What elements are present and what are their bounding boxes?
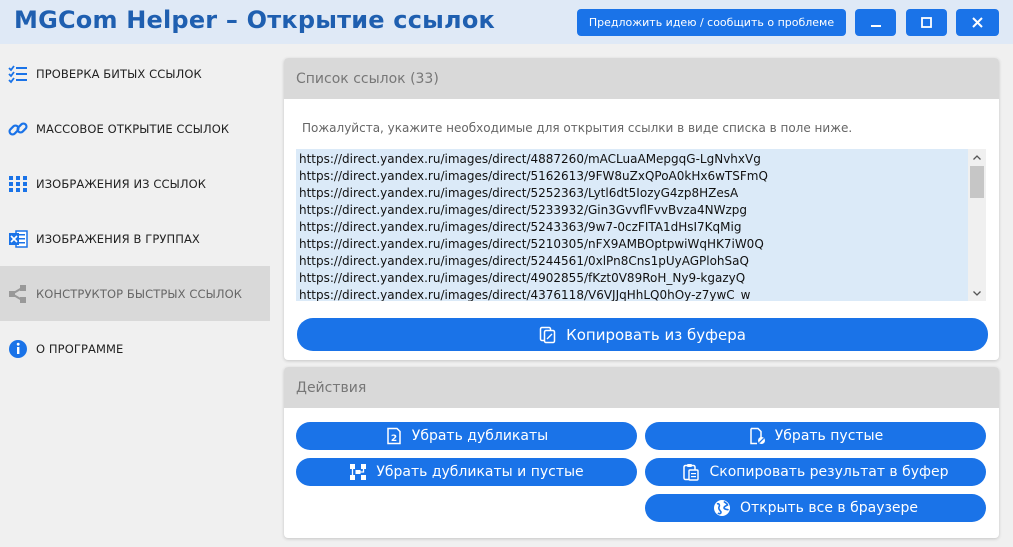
links-panel-title: Список ссылок (33) xyxy=(284,58,999,99)
remove-duplicates-button[interactable]: 2 Убрать дубликаты xyxy=(296,422,637,450)
link-line: https://direct.yandex.ru/images/direct/4… xyxy=(299,288,751,301)
maximize-icon xyxy=(921,17,932,28)
close-icon xyxy=(972,17,983,28)
clipboard-paste-icon xyxy=(539,326,556,343)
link-line: https://direct.yandex.ru/images/direct/4… xyxy=(299,152,761,166)
sidebar-item-images-in-groups[interactable]: ИЗОБРАЖЕНИЯ В ГРУППАХ xyxy=(0,211,270,266)
sidebar-item-label: О ПРОГРАММЕ xyxy=(36,341,124,356)
feedback-button[interactable]: Предложить идею / сообщить о проблеме xyxy=(577,9,846,36)
empty-doc-icon xyxy=(750,427,765,445)
sidebar-item-label: КОНСТРУКТОР БЫСТРЫХ ССЫЛОК xyxy=(36,286,243,301)
link-line: https://direct.yandex.ru/images/direct/5… xyxy=(299,237,764,251)
svg-text:2: 2 xyxy=(391,434,397,444)
duplicate-doc-icon: 2 xyxy=(387,427,401,445)
sidebar-item-mass-open[interactable]: МАССОВОЕ ОТКРЫТИЕ ССЫЛОК xyxy=(0,101,270,156)
chevron-up-icon xyxy=(973,154,981,160)
links-textarea-content: https://direct.yandex.ru/images/direct/4… xyxy=(299,151,768,301)
link-line: https://direct.yandex.ru/images/direct/5… xyxy=(299,220,742,234)
scroll-up-button[interactable] xyxy=(968,149,986,165)
scroll-down-button[interactable] xyxy=(968,285,986,301)
open-all-in-browser-label: Открыть все в браузере xyxy=(739,500,919,516)
sidebar-item-about[interactable]: О ПРОГРАММЕ xyxy=(0,321,270,376)
links-textarea[interactable]: https://direct.yandex.ru/images/direct/4… xyxy=(296,149,986,301)
paste-from-clipboard-label: Копировать из буфера xyxy=(566,325,746,344)
links-hint: Пожалуйста, укажите необходимые для откр… xyxy=(302,121,853,135)
sidebar-item-label: ИЗОБРАЖЕНИЯ ИЗ ССЫЛОК xyxy=(36,176,207,191)
app-title: MGCom Helper – Открытие ссылок xyxy=(14,6,495,34)
open-all-in-browser-button[interactable]: Открыть все в браузере xyxy=(645,494,986,522)
paste-from-clipboard-button[interactable]: Копировать из буфера xyxy=(297,318,988,351)
links-scrollbar[interactable] xyxy=(968,149,986,301)
maximize-button[interactable] xyxy=(906,9,947,36)
grid-icon xyxy=(9,175,27,192)
excel-icon xyxy=(9,229,28,248)
actions-panel: Действия 2 Убрать дубликаты Убрать пусты… xyxy=(284,367,999,538)
sidebar-item-broken-links[interactable]: ПРОВЕРКА БИТЫХ ССЫЛОК xyxy=(0,46,270,101)
remove-duplicates-and-empty-button[interactable]: Убрать дубликаты и пустые xyxy=(296,458,637,486)
globe-icon xyxy=(713,500,730,516)
sidebar-item-label: ПРОВЕРКА БИТЫХ ССЫЛОК xyxy=(36,66,202,81)
title-bar: MGCom Helper – Открытие ссылок Предложит… xyxy=(0,0,1013,44)
link-icon xyxy=(8,121,28,136)
chevron-down-icon xyxy=(973,290,981,296)
actions-panel-title: Действия xyxy=(284,367,999,408)
remove-empty-button[interactable]: Убрать пустые xyxy=(645,422,986,450)
share-icon xyxy=(9,284,26,303)
links-panel: Список ссылок (33) Пожалуйста, укажите н… xyxy=(284,58,999,360)
hierarchy-icon xyxy=(350,464,367,480)
link-line: https://direct.yandex.ru/images/direct/5… xyxy=(299,203,748,217)
link-line: https://direct.yandex.ru/images/direct/5… xyxy=(299,186,739,200)
sidebar-item-images-from-links[interactable]: ИЗОБРАЖЕНИЯ ИЗ ССЫЛОК xyxy=(0,156,270,211)
minimize-button[interactable] xyxy=(855,9,896,36)
remove-duplicates-label: Убрать дубликаты xyxy=(411,428,549,444)
remove-duplicates-and-empty-label: Убрать дубликаты и пустые xyxy=(376,464,584,480)
link-line: https://direct.yandex.ru/images/direct/5… xyxy=(299,254,749,268)
close-button[interactable] xyxy=(956,9,999,36)
link-line: https://direct.yandex.ru/images/direct/4… xyxy=(299,271,746,285)
checklist-icon xyxy=(8,64,27,83)
clipboard-copy-icon xyxy=(683,464,700,481)
scroll-thumb[interactable] xyxy=(970,166,984,198)
remove-empty-label: Убрать пустые xyxy=(774,428,884,444)
sidebar-item-label: МАССОВОЕ ОТКРЫТИЕ ССЫЛОК xyxy=(36,121,230,136)
copy-result-label: Скопировать результат в буфер xyxy=(709,464,949,480)
minimize-icon xyxy=(870,24,881,27)
info-icon xyxy=(9,339,27,358)
sidebar-item-quick-links-builder[interactable]: КОНСТРУКТОР БЫСТРЫХ ССЫЛОК xyxy=(0,266,270,321)
sidebar-item-label: ИЗОБРАЖЕНИЯ В ГРУППАХ xyxy=(36,231,200,246)
copy-result-button[interactable]: Скопировать результат в буфер xyxy=(645,458,986,486)
link-line: https://direct.yandex.ru/images/direct/5… xyxy=(299,169,768,183)
sidebar: ПРОВЕРКА БИТЫХ ССЫЛОК МАССОВОЕ ОТКРЫТИЕ … xyxy=(0,44,270,547)
